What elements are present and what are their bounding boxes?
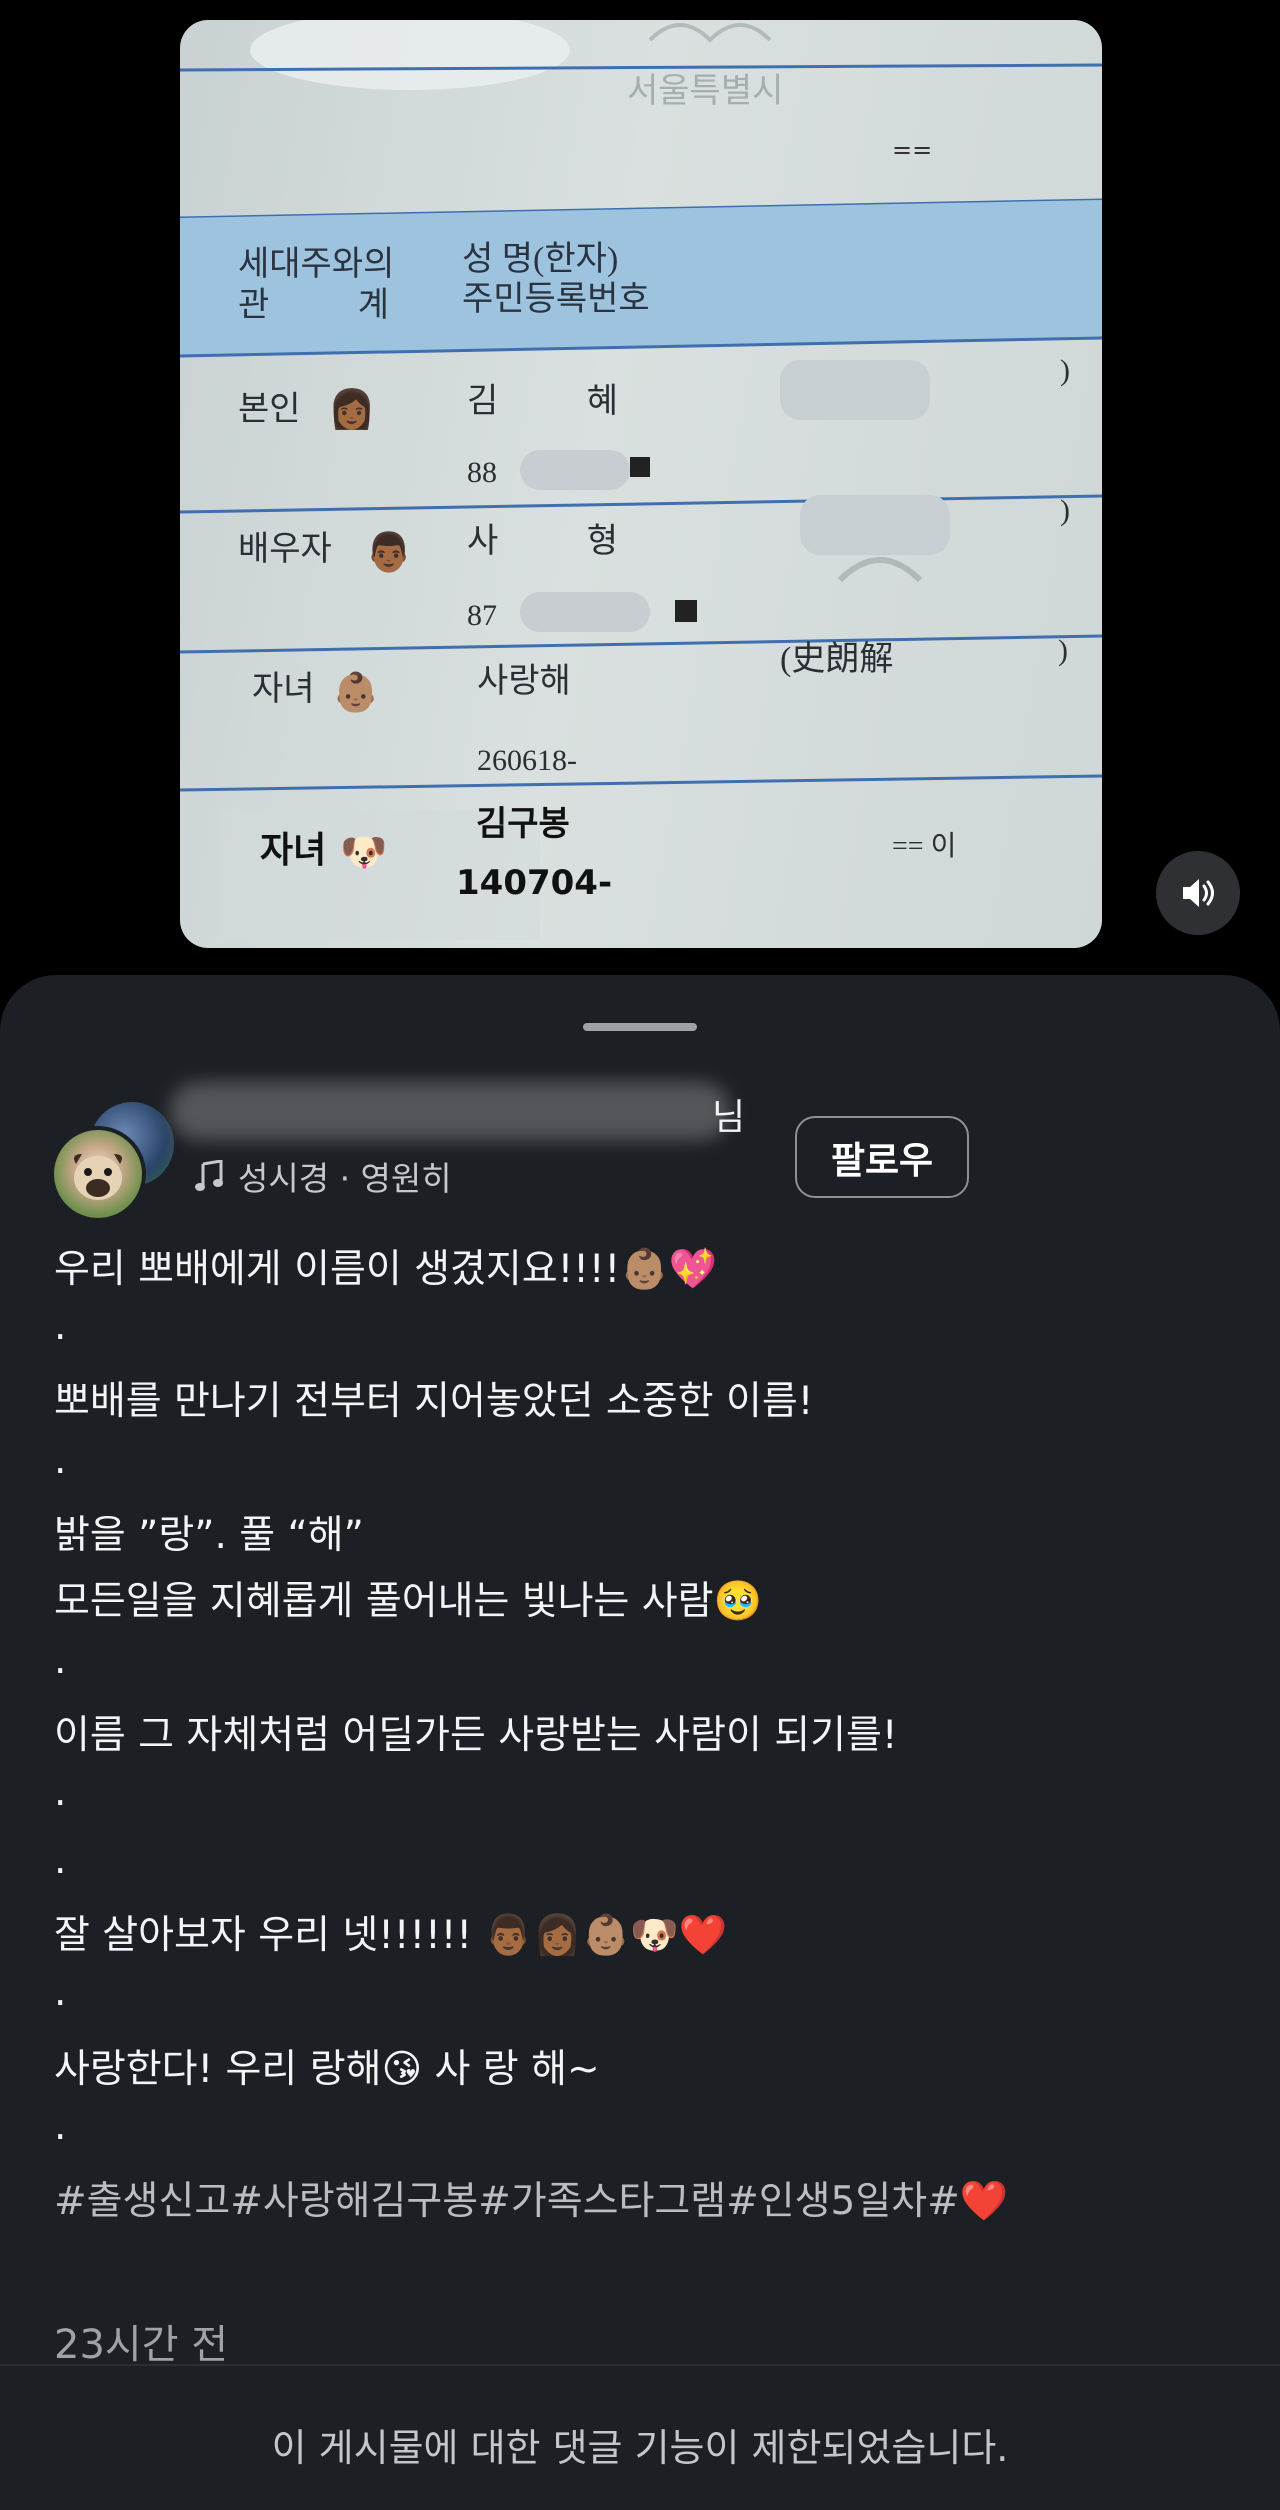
row1-id: 88 xyxy=(467,456,497,489)
author-username-redacted[interactable] xyxy=(170,1082,730,1140)
caption-line: . xyxy=(54,1970,67,2015)
row4-id: 140704- xyxy=(456,863,612,903)
caption-line: . xyxy=(54,1838,67,1883)
caption-line: 사랑한다! 우리 랑해😘 사 랑 해~ xyxy=(54,2047,600,2092)
author-username-suffix: 님 xyxy=(712,1097,746,1138)
row3-name: 사랑해 xyxy=(477,663,571,700)
speaker-icon xyxy=(1183,879,1214,907)
row3-emoji: 👶🏽 xyxy=(332,670,379,714)
comments-disabled-notice: 이 게시물에 대한 댓글 기능이 제한되었습니다. xyxy=(271,2426,1009,2470)
caption-line: 이름 그 자체처럼 어딜가든 사랑받는 사람이 되기를! xyxy=(54,1713,898,1758)
row1-relation: 본인 xyxy=(238,391,301,428)
author-avatar[interactable] xyxy=(50,1126,146,1222)
row1-name: 김 혜 xyxy=(467,383,658,420)
row1-emoji: 👩🏾 xyxy=(328,387,375,431)
header-relation-2: 관 계 xyxy=(238,287,429,324)
svg-text:): ) xyxy=(1060,354,1070,387)
caption-line: 밝을 ”랑”. 풀 “해” xyxy=(54,1513,364,1558)
document-photo-graphic: 서울특별시 == 세대주와의 관 계 성 명(한자) 주민등록번호 본인 👩🏾 … xyxy=(180,20,1102,940)
caption-line: 모든일을 지혜롭게 풀어내는 빛나는 사람🥹 xyxy=(54,1579,763,1624)
header-relation: 세대주와의 xyxy=(238,246,394,283)
follow-button[interactable]: 팔로우 xyxy=(795,1116,969,1198)
header-id: 주민등록번호 xyxy=(462,281,650,318)
svg-text:): ) xyxy=(1058,634,1068,667)
row3-id: 260618- xyxy=(477,744,577,777)
caption-line: 잘 살아보자 우리 넷!!!!!! 👨🏾👩🏾👶🏽🐶❤️ xyxy=(54,1913,728,1958)
row4-name: 김구봉 xyxy=(476,804,570,844)
pug-avatar-graphic xyxy=(74,1154,122,1200)
row4-emoji: 🐶 xyxy=(340,830,387,874)
row3-hanja: (史朗解 xyxy=(780,640,893,678)
row4-relation: 자녀 xyxy=(260,830,326,871)
hashtags[interactable]: #출생신고#사랑해김구봉#가족스타그램#인생5일차#❤️ xyxy=(54,2170,1008,2226)
post-timestamp: 23시간 전 xyxy=(54,2322,229,2368)
music-track[interactable]: 성시경 · 영원히 xyxy=(194,1152,452,1200)
row2-id: 87 xyxy=(467,599,497,632)
doc-mark: == xyxy=(892,136,932,164)
doc-title: 서울특별시 xyxy=(627,73,783,110)
music-note-icon xyxy=(195,1160,223,1191)
caption-line: 우리 뽀배에게 이름이 생겼지요!!!!👶🏽💖 xyxy=(54,1247,718,1292)
caption-line: 뽀배를 만나기 전부터 지어놓았던 소중한 이름! xyxy=(54,1379,814,1424)
caption-line: . xyxy=(54,1770,67,1815)
caption-line: . xyxy=(54,1638,67,1683)
caption-line: . xyxy=(54,2104,67,2149)
row2-emoji: 👨🏾 xyxy=(365,530,412,574)
sheet-drag-handle[interactable] xyxy=(583,1023,697,1031)
header-name: 성 명(한자) xyxy=(462,241,618,278)
post-photo[interactable]: 서울특별시 == 세대주와의 관 계 성 명(한자) 주민등록번호 본인 👩🏾 … xyxy=(180,20,1102,948)
divider xyxy=(0,2364,1280,2366)
row2-name: 사 형 xyxy=(467,523,658,560)
svg-text:): ) xyxy=(1060,494,1070,527)
row3-relation: 자녀 xyxy=(252,671,315,708)
caption-line: . xyxy=(54,1438,67,1483)
music-track-label: 성시경 · 영원히 xyxy=(238,1159,452,1198)
row2-relation: 배우자 xyxy=(238,531,332,568)
mute-toggle-button[interactable] xyxy=(1156,851,1240,935)
row4-mark: == 이 xyxy=(892,831,956,862)
caption-line: . xyxy=(54,1304,67,1349)
